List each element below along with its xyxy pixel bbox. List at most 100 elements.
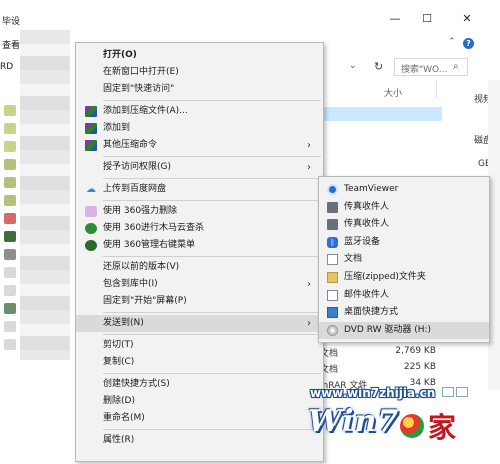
folder-icon [4, 105, 16, 116]
search-placeholder: 搜索"WO... [401, 65, 448, 75]
context-menu-item[interactable]: 其他压缩命令 › [76, 137, 323, 154]
send-to-item[interactable]: DVD RW 驱动器 (H:) [319, 321, 489, 339]
context-menu-item-label: 其他压缩命令 [103, 140, 158, 150]
tab-view[interactable]: 查看 [2, 38, 20, 51]
context-menu-item-label: 删除(D) [103, 396, 135, 406]
winrar-icon [85, 140, 97, 151]
context-menu-item[interactable]: 授予访问权限(G) › [76, 159, 323, 176]
menu-separator [103, 312, 321, 313]
context-menu-item[interactable]: 使用 360管理右键菜单 [76, 237, 323, 254]
context-menu-item[interactable]: 创建快捷方式(S) [76, 376, 323, 393]
send-to-item[interactable]: 桌面快捷方式 [319, 304, 489, 321]
file-icon [4, 285, 16, 296]
context-menu-item-label: 重命名(M) [103, 413, 145, 423]
context-menu-item[interactable]: 使用 360强力删除 [76, 203, 323, 220]
context-menu-item[interactable]: 固定到"快速访问" [76, 81, 323, 98]
watermark-url: www.win7zhijia.cn [310, 386, 436, 400]
refresh-icon[interactable]: ↻ [374, 60, 383, 73]
folder-icon [4, 177, 16, 188]
close-button[interactable]: ✕ [452, 12, 482, 26]
file-icon [4, 249, 16, 260]
360-manage-icon [85, 240, 97, 251]
send-to-item[interactable]: 传真收件人 [319, 216, 489, 233]
context-menu-item[interactable]: 属性(R) [76, 432, 323, 449]
menu-separator [103, 256, 321, 257]
context-menu-item[interactable]: 使用 360进行木马云查杀 [76, 220, 323, 237]
chevron-right-icon: › [307, 162, 311, 173]
menu-separator [103, 334, 321, 335]
context-menu-item[interactable]: 重命名(M) [76, 410, 323, 427]
title-bar: 毕设 — ☐ ✕ [0, 0, 500, 32]
watermark-badge-icon [398, 412, 426, 440]
context-menu-item[interactable]: ☁ 上传到百度网盘 [76, 181, 323, 198]
send-to-item-label: 邮件收件人 [344, 289, 390, 300]
send-to-item[interactable]: 文档 [319, 251, 489, 268]
teamviewer-icon [327, 184, 338, 195]
chevron-right-icon: › [307, 279, 311, 290]
context-menu-item[interactable]: 删除(D) [76, 393, 323, 410]
send-to-item-label: DVD RW 驱动器 (H:) [344, 324, 432, 335]
menu-separator [103, 178, 321, 179]
file-icon [4, 339, 16, 350]
address-bar[interactable]: RD [0, 62, 13, 72]
context-menu-item-label: 使用 360强力删除 [103, 206, 178, 216]
chevron-down-icon[interactable]: ⌄ [349, 61, 357, 71]
mail-icon [327, 289, 338, 301]
file-row[interactable]: 文档 225 KB [320, 360, 440, 376]
maximize-button[interactable]: ☐ [412, 12, 442, 26]
context-menu-item[interactable]: 发送到(N) › [76, 315, 323, 332]
search-input[interactable]: 搜索"WO... ⌕ [394, 58, 468, 76]
context-menu-item-label: 添加到 [103, 123, 131, 133]
chevron-up-icon[interactable]: ⌃ [448, 37, 456, 47]
context-menu-item-label: 创建快捷方式(S) [103, 379, 170, 389]
send-to-item[interactable]: TeamViewer [319, 181, 489, 198]
context-menu-item-label: 使用 360管理右键菜单 [103, 240, 196, 250]
context-menu-item[interactable]: 还原以前的版本(V) [76, 259, 323, 276]
send-to-item-label: 压缩(zipped)文件夹 [344, 272, 426, 282]
context-menu-item-label: 剪切(T) [103, 340, 134, 350]
context-menu-item-label: 授予访问权限(G) [103, 162, 171, 172]
winrar-icon [85, 106, 97, 117]
desktop-icon [327, 307, 338, 319]
context-menu-item[interactable]: 打开(O) [76, 47, 323, 64]
folder-icon [4, 141, 16, 152]
folder-icon [4, 123, 16, 134]
watermark-logo: www.win7zhijia.cn Win7. 家 [300, 386, 500, 464]
send-to-item[interactable]: 邮件收件人 [319, 287, 489, 304]
context-menu-item[interactable]: 包含到库中(I) › [76, 276, 323, 293]
file-size: 225 KB [403, 362, 436, 372]
context-menu-item-label: 还原以前的版本(V) [103, 262, 180, 272]
context-menu-item[interactable]: 复制(C) [76, 354, 323, 371]
column-divider [436, 80, 437, 98]
left-folder-icons [4, 105, 18, 357]
zip-folder-icon [327, 272, 338, 283]
file-row[interactable]: 文档 2,769 KB [320, 344, 440, 360]
column-header-size[interactable]: 大小 [384, 86, 402, 99]
context-menu-item-label: 打开(O) [103, 50, 137, 60]
minimize-button[interactable]: — [380, 12, 410, 26]
send-to-item[interactable]: 压缩(zipped)文件夹 [319, 269, 489, 286]
help-icon[interactable]: ? [463, 38, 474, 49]
context-menu-item-label: 属性(R) [103, 435, 135, 445]
send-to-item-label: 文档 [344, 254, 363, 265]
send-to-item[interactable]: 传真收件人 [319, 199, 489, 216]
menu-separator [103, 429, 321, 430]
context-menu-item[interactable]: 剪切(T) [76, 337, 323, 354]
context-menu-item[interactable]: 固定到"开始"屏幕(P) [76, 293, 323, 310]
dvd-drive-icon [327, 324, 338, 336]
send-to-item-label: 传真收件人 [344, 219, 390, 230]
context-menu-item-label: 固定到"开始"屏幕(P) [103, 296, 187, 306]
selected-row-highlight [322, 107, 442, 121]
chevron-right-icon: › [307, 318, 311, 329]
folder-icon [4, 195, 16, 206]
window-title: 毕设 [2, 17, 21, 27]
send-to-item-label: 桌面快捷方式 [344, 307, 399, 318]
watermark-logo-text: Win7. [308, 404, 411, 439]
baidu-cloud-icon: ☁ [86, 184, 96, 195]
context-menu-item-label: 包含到库中(I) [103, 279, 158, 289]
search-icon[interactable]: ⌕ [453, 61, 459, 72]
context-menu-item[interactable]: 添加到 [76, 120, 323, 137]
send-to-item[interactable]: ᛒ 蓝牙设备 [319, 234, 489, 251]
context-menu-item[interactable]: 在新窗口中打开(E) [76, 64, 323, 81]
context-menu-item[interactable]: 添加到压缩文件(A)... [76, 103, 323, 120]
